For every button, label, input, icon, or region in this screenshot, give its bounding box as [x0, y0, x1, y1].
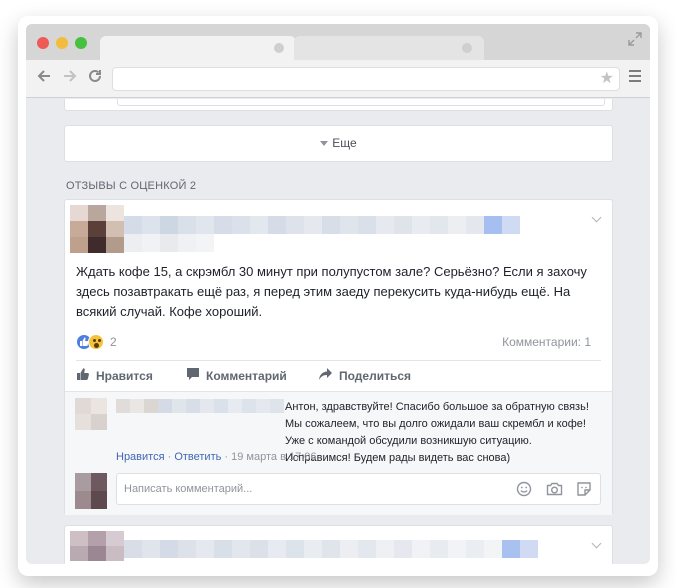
comments-section: Антон, здравствуйте! Спасибо большое за …: [65, 391, 612, 515]
review-meta: [124, 234, 214, 252]
browser-tab-active[interactable]: [100, 36, 296, 60]
reply-answer-link[interactable]: Ответить: [174, 451, 221, 463]
camera-icon[interactable]: [546, 481, 563, 502]
expand-icon[interactable]: [628, 32, 642, 48]
comment-placeholder: Написать комментарий...: [124, 483, 253, 495]
close-window-button[interactable]: [37, 37, 49, 49]
share-label: Поделиться: [339, 369, 412, 383]
reply-like-link[interactable]: Нравится: [116, 451, 165, 463]
tab-close-icon[interactable]: [274, 43, 284, 53]
comment-input[interactable]: Написать комментарий...: [116, 473, 601, 505]
avatar[interactable]: [70, 205, 124, 253]
section-title: ОТЗЫВЫ С ОЦЕНКОЙ 2: [66, 180, 197, 192]
reply-text: Антон, здравствуйте! Спасибо большое за …: [285, 401, 589, 464]
review-card: Ждать кофе 15, а скрэмбл 30 минут при по…: [64, 199, 613, 515]
more-button[interactable]: Еще: [64, 125, 613, 162]
comment-input[interactable]: [117, 99, 605, 106]
browser-tab-inactive[interactable]: [294, 36, 484, 60]
separator: ·: [221, 451, 232, 463]
back-arrow-icon[interactable]: [36, 68, 52, 90]
share-icon: [318, 367, 333, 387]
like-button[interactable]: Нравится: [76, 366, 153, 387]
review-actions: Нравится Комментарий Поделиться: [76, 366, 601, 390]
comments-count[interactable]: Комментарии: 1: [502, 335, 591, 349]
address-bar[interactable]: ★: [112, 67, 620, 91]
minimize-window-button[interactable]: [56, 37, 68, 49]
reaction-count: 2: [110, 335, 117, 349]
tab-close-icon[interactable]: [462, 43, 472, 53]
comment-label: Комментарий: [206, 369, 287, 383]
reviewer-name[interactable]: [124, 540, 538, 558]
browser-toolbar: ★: [26, 60, 650, 98]
like-label: Нравится: [96, 369, 153, 383]
avatar: [75, 473, 107, 509]
reviewer-name[interactable]: [124, 216, 520, 234]
share-button[interactable]: Поделиться: [318, 366, 411, 387]
previous-review-card: [64, 99, 613, 111]
forward-arrow-icon[interactable]: [62, 68, 78, 90]
reload-icon[interactable]: [87, 68, 103, 90]
chevron-down-icon[interactable]: [591, 538, 602, 549]
maximize-window-button[interactable]: [75, 37, 87, 49]
comment-icon: [186, 367, 200, 387]
browser-window: ★ Еще ОТЗЫВЫ С ОЦЕНКОЙ 2 Ждать кофе 15, …: [26, 24, 650, 564]
sticker-icon[interactable]: [576, 481, 592, 502]
chevron-down-icon[interactable]: [591, 212, 602, 223]
chevron-down-icon: [320, 141, 329, 147]
emoji-icon[interactable]: [516, 481, 532, 502]
separator: ·: [164, 451, 175, 463]
thumbs-up-icon: [76, 367, 90, 387]
review-text: Ждать кофе 15, а скрэмбл 30 минут при по…: [76, 264, 587, 319]
star-icon[interactable]: ★: [600, 70, 614, 88]
comment-button[interactable]: Комментарий: [186, 366, 287, 387]
wow-reaction-icon: [88, 334, 104, 350]
comment-tools: [507, 481, 592, 502]
reply-meta: Нравится · Ответить · 19 марта в 17:06: [116, 451, 317, 463]
avatar[interactable]: [70, 531, 124, 561]
reply-author[interactable]: [116, 399, 284, 413]
page-content: Еще ОТЗЫВЫ С ОЦЕНКОЙ 2 Ждать кофе 15, а …: [26, 99, 650, 564]
reply-timestamp[interactable]: 19 марта в 17:06: [231, 451, 316, 463]
menu-icon[interactable]: [629, 70, 641, 85]
title-bar: [26, 24, 650, 60]
more-button-label: Еще: [332, 136, 357, 150]
next-review-card: [64, 525, 613, 564]
divider: [76, 360, 601, 361]
avatar[interactable]: [75, 398, 107, 430]
